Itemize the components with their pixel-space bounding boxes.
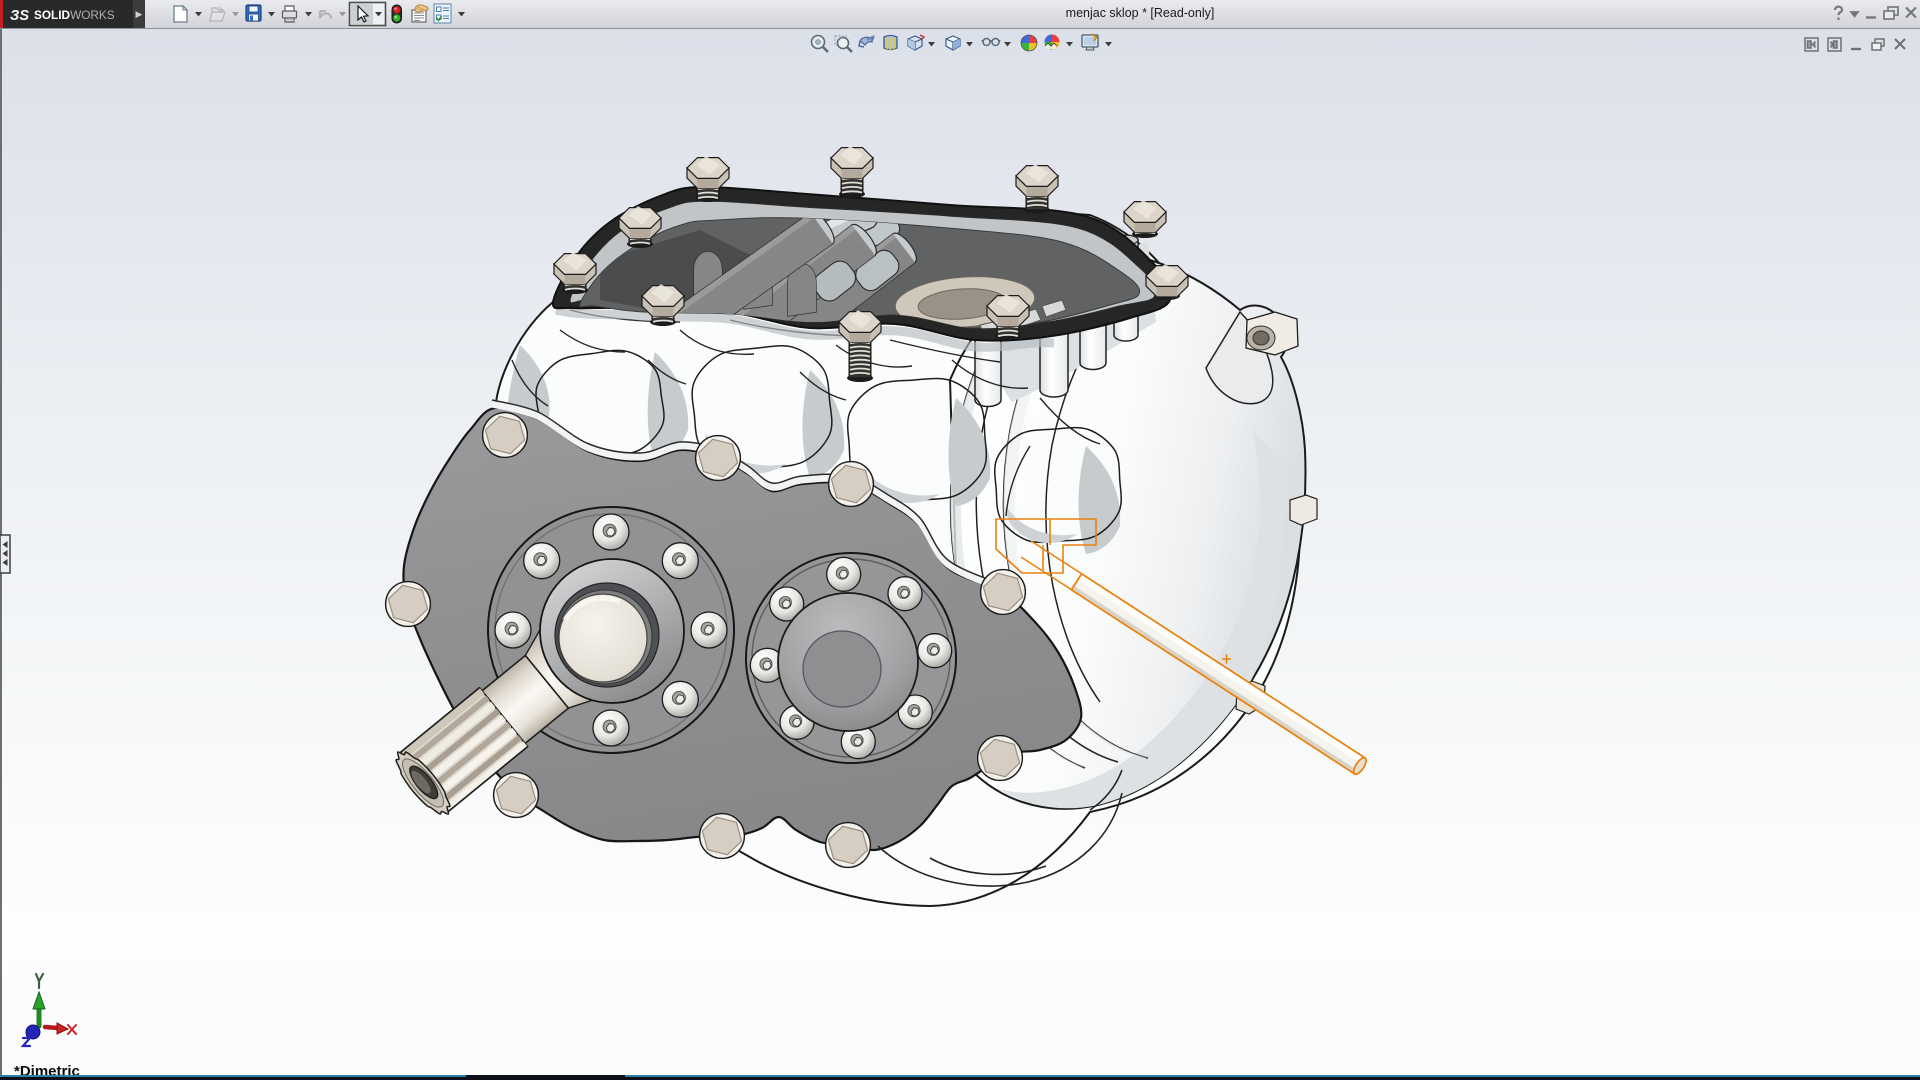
svg-text:SOLIDWORKS: SOLIDWORKS [34, 8, 115, 22]
svg-text:ЗS: ЗS [10, 8, 29, 24]
